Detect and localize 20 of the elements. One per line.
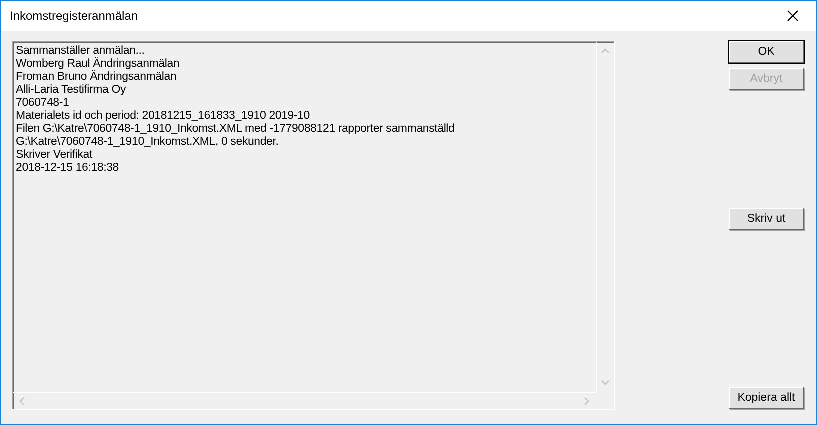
close-icon — [787, 10, 799, 22]
dialog-button[interactable]: Kopiera allt — [729, 387, 804, 409]
log-line: Froman Bruno Ändringsanmälan — [16, 71, 178, 84]
log-line: Alli-Laria Testifirma Oy — [16, 84, 128, 97]
log-line: G:\Katre\7060748-1_1910_Inkomst.XML, 0 sekunder. — [16, 136, 280, 149]
scroll-down-icon[interactable] — [601, 380, 610, 386]
dialog-button[interactable]: Skriv ut — [729, 208, 804, 230]
scroll-left-icon[interactable] — [19, 396, 25, 406]
scroll-up-icon[interactable] — [601, 48, 610, 54]
log-line: 7060748-1 — [16, 97, 70, 110]
scroll-right-icon[interactable] — [584, 396, 590, 406]
log-line: Skriver Verifikat — [16, 149, 94, 162]
window-title: Inkomstregisteranmälan — [9, 9, 138, 23]
dialog-button[interactable]: OK — [729, 41, 804, 63]
log-line: Womberg Raul Ändringsanmälan — [16, 58, 181, 70]
log-text-area[interactable] — [12, 41, 615, 410]
log-line: Sammanställer anmälan... — [16, 45, 146, 57]
log-line: 2018-12-15 16:18:38 — [16, 162, 120, 175]
log-line: Materialets id och period: 20181215_161833_1910 2019-10 — [16, 110, 311, 123]
log-line: Filen G:\Katre\7060748-1_1910_Inkomst.XML med -1779088121 rapporter sammanställd — [16, 123, 456, 136]
